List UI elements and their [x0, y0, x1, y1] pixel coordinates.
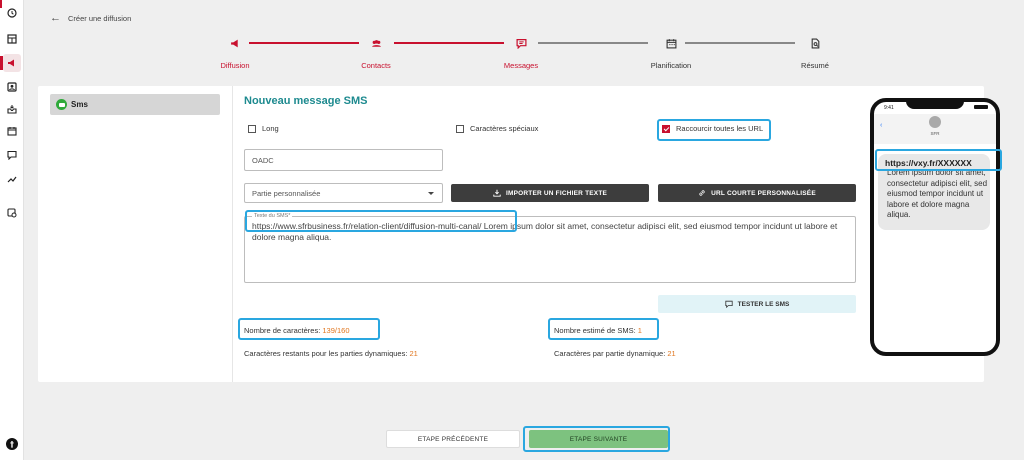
button-label: TESTER LE SMS — [737, 300, 790, 308]
custom-short-url-button[interactable]: URL COURTE PERSONNALISÉE — [658, 184, 856, 202]
chat-icon — [725, 300, 733, 308]
rail-active-bar — [0, 56, 3, 70]
checkbox-label: Caractères spéciaux — [470, 124, 539, 133]
link-icon — [699, 190, 705, 196]
step-resume[interactable]: Résumé — [775, 36, 855, 70]
settings-icon[interactable] — [5, 206, 19, 220]
clock-icon[interactable] — [5, 6, 19, 20]
accessibility-icon[interactable]: † — [6, 438, 18, 450]
previous-step-button[interactable]: ETAPE PRÉCÉDENTE — [386, 430, 520, 448]
step-label: Messages — [503, 61, 539, 70]
checkbox-special-chars[interactable]: Caractères spéciaux — [456, 124, 538, 133]
oadc-input[interactable]: OADC — [244, 149, 443, 171]
chat-icon[interactable] — [5, 148, 19, 162]
page-header: ← Créer une diffusion — [24, 0, 1024, 34]
stat-label: Caractères restants pour les parties dyn… — [244, 349, 410, 358]
form-title: Nouveau message SMS — [244, 95, 368, 107]
message-icon — [514, 36, 528, 50]
page-title: Créer une diffusion — [68, 14, 132, 23]
next-step-button[interactable]: ETAPE SUIVANTE — [529, 430, 668, 448]
rail-accent — [0, 0, 2, 8]
megaphone-icon[interactable] — [5, 56, 19, 70]
step-diffusion[interactable]: Diffusion — [195, 36, 275, 70]
summary-icon — [808, 36, 822, 50]
phone-preview: 9:41 ‹ SFR Lorem ipsum dolor sit amet, c… — [870, 98, 1000, 356]
dashboard-icon[interactable] — [5, 32, 19, 46]
button-label: IMPORTER UN FICHIER TEXTE — [505, 189, 608, 197]
stat-label: Nombre estimé de SMS: — [554, 326, 638, 335]
sms-text-link: https://www.sfrbusiness.fr/relation-clie… — [252, 221, 482, 231]
inbox-icon[interactable] — [5, 102, 19, 116]
select-value: Partie personnalisée — [252, 188, 321, 198]
sms-count: Nombre estimé de SMS: 1 — [554, 326, 642, 335]
users-icon — [369, 36, 383, 50]
sms-text-area[interactable]: Texte du SMS* https://www.sfrbusiness.fr… — [244, 213, 856, 283]
step-planification[interactable]: Planification — [631, 36, 711, 70]
bubble-link: https://vxy.fr/XXXXXX — [885, 158, 972, 168]
button-label: URL COURTE PERSONNALISÉE — [711, 189, 816, 197]
oadc-placeholder: OADC — [252, 155, 274, 165]
stat-label: Nombre de caractères: — [244, 326, 323, 335]
channel-label: Sms — [71, 100, 88, 109]
message-bubble: Lorem ipsum dolor sit amet, consectetur … — [878, 154, 990, 230]
caret-down-icon — [428, 192, 434, 195]
calendar-check-icon[interactable] — [5, 124, 19, 138]
stat-value: 139/160 — [322, 326, 350, 335]
phone-contact-bar: ‹ SFR — [874, 114, 996, 144]
calendar-icon — [664, 36, 678, 50]
card-divider — [232, 86, 233, 382]
battery-icon — [974, 105, 988, 109]
phone-time: 9:41 — [884, 105, 894, 111]
stat-value: 21 — [667, 349, 676, 358]
import-text-file-button[interactable]: IMPORTER UN FICHIER TEXTE — [451, 184, 649, 202]
checkbox-shorten-urls[interactable]: Raccourcir toutes les URL — [662, 124, 763, 133]
checkbox-box-checked[interactable] — [662, 124, 670, 133]
step-messages[interactable]: Messages — [481, 36, 561, 70]
stat-value: 21 — [409, 349, 418, 358]
stats-icon[interactable] — [5, 172, 19, 186]
test-sms-button[interactable]: TESTER LE SMS — [658, 295, 856, 313]
step-label: Contacts — [361, 61, 391, 70]
avatar — [929, 116, 941, 128]
checkbox-label: Long — [262, 124, 279, 133]
channel-item-sms[interactable]: Sms — [50, 94, 220, 115]
sms-icon — [56, 99, 67, 110]
checkbox-box[interactable] — [456, 124, 464, 133]
chevron-left-icon: ‹ — [880, 122, 883, 129]
left-nav-rail: † — [0, 0, 24, 460]
contacts-icon[interactable] — [5, 80, 19, 94]
sms-text-label: Texte du SMS* — [252, 213, 293, 219]
step-label: Planification — [650, 61, 692, 70]
stat-label: Caractères par partie dynamique: — [554, 349, 668, 358]
download-icon — [493, 189, 501, 197]
step-label: Diffusion — [220, 61, 250, 70]
remaining-chars: Caractères restants pour les parties dyn… — [244, 349, 418, 358]
checkbox-long[interactable]: Long — [248, 124, 279, 133]
char-count: Nombre de caractères: 139/160 — [244, 326, 350, 335]
sms-text-content: https://www.sfrbusiness.fr/relation-clie… — [252, 221, 852, 243]
stat-value: 1 — [637, 326, 642, 335]
phone-notch — [906, 102, 964, 109]
back-arrow-icon[interactable]: ← — [50, 12, 61, 24]
bubble-text: Lorem ipsum dolor sit amet, consectetur … — [887, 168, 988, 219]
megaphone-icon — [228, 36, 242, 50]
custom-part-select[interactable]: Partie personnalisée — [244, 183, 443, 203]
message-card: Sms Nouveau message SMS Long Caractères … — [38, 86, 984, 382]
checkbox-label: Raccourcir toutes les URL — [676, 124, 764, 133]
contact-name: SFR — [930, 131, 940, 136]
step-label: Résumé — [801, 61, 829, 70]
checkbox-box[interactable] — [248, 124, 256, 133]
per-part-chars: Caractères par partie dynamique: 21 — [554, 349, 676, 358]
step-contacts[interactable]: Contacts — [336, 36, 416, 70]
